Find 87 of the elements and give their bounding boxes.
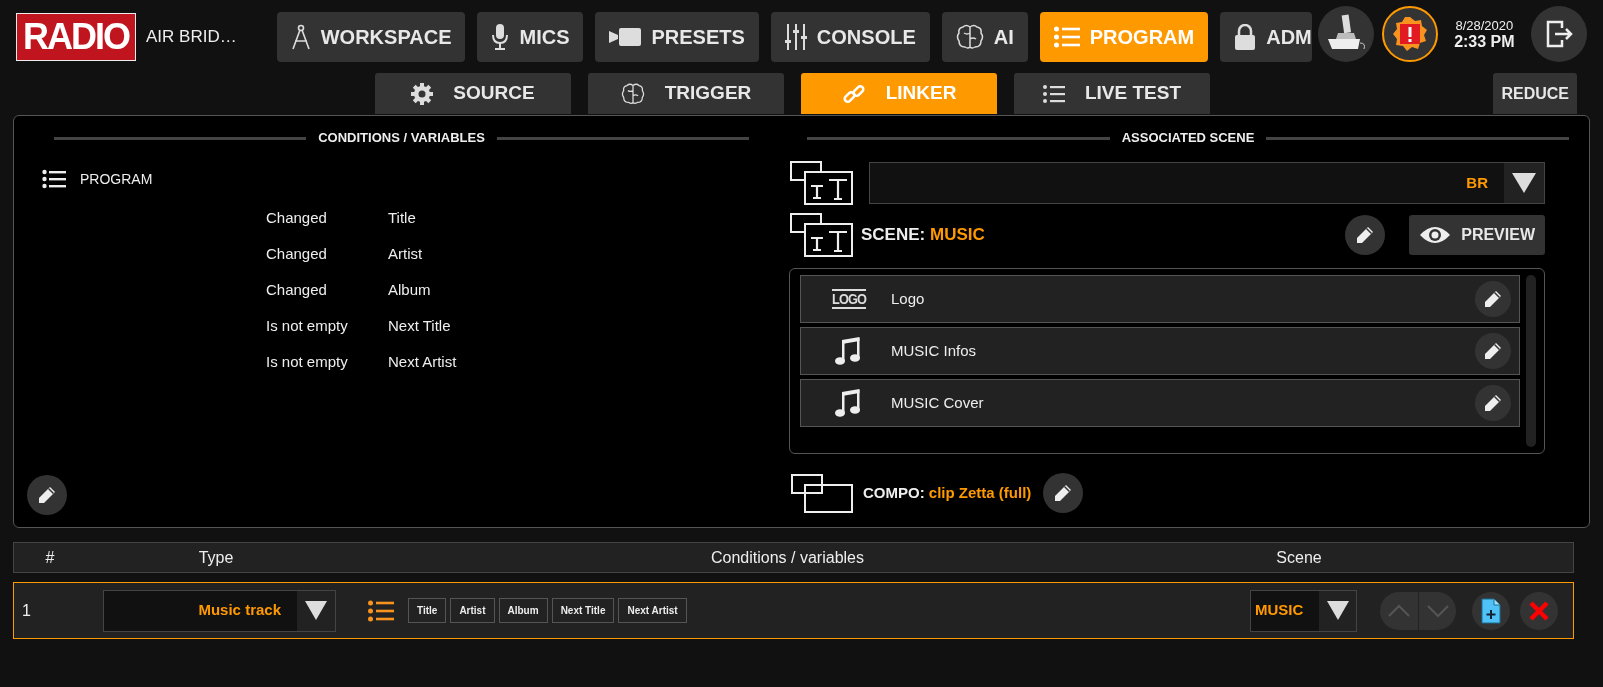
edit-button[interactable] — [1475, 385, 1511, 421]
station-name: AIR BRID… — [146, 26, 238, 49]
variable-tag: Title — [408, 598, 447, 623]
variable-text: Next Artist — [388, 351, 457, 372]
section-title: ASSOCIATED SCENE — [1121, 129, 1255, 148]
edit-button[interactable] — [27, 475, 67, 515]
variable-text: Artist — [388, 243, 423, 264]
tab[interactable]: SOURCE — [375, 73, 571, 114]
source-label: PROGRAM — [80, 169, 153, 189]
layer-item[interactable]: MUSIC Cover — [800, 379, 1520, 427]
column-header: # — [44, 547, 56, 568]
list-icon — [1042, 84, 1065, 103]
lock-icon — [1234, 24, 1257, 50]
add-document-button[interactable] — [1472, 591, 1510, 630]
date-text: 8/28/2020 — [1454, 17, 1515, 33]
chevron-up-icon — [1387, 603, 1411, 618]
chevron-down-icon — [1425, 603, 1450, 618]
edit-button[interactable] — [1345, 215, 1386, 255]
composition-icon — [789, 472, 855, 514]
variable-text: Next Title — [388, 315, 451, 336]
variable-text: Title — [388, 207, 416, 228]
column-header: Scene — [1275, 547, 1323, 568]
preview-button[interactable]: PREVIEW — [1409, 215, 1545, 255]
composition-name: COMPO: clip Zetta (full) — [863, 482, 1032, 503]
scene-name: SCENE: MUSIC — [861, 224, 985, 247]
nav-button[interactable]: AI — [941, 12, 1028, 62]
nav-button[interactable]: WORKSPACE — [276, 12, 466, 62]
tab[interactable]: LIVE TEST — [1014, 73, 1210, 114]
row-number: 1 — [21, 600, 32, 621]
pencil-icon — [37, 485, 57, 505]
layer-name: MUSIC Infos — [891, 340, 978, 361]
condition-text: Changed — [266, 207, 328, 228]
compass-icon — [290, 24, 311, 50]
reduce-button[interactable]: REDUCE — [1493, 73, 1577, 114]
scrollbar[interactable] — [1526, 275, 1536, 447]
layer-name: Logo — [891, 288, 926, 309]
sliders-icon — [784, 24, 807, 50]
scene-icon — [789, 212, 855, 258]
column-header: Conditions / variables — [710, 547, 865, 568]
logout-icon[interactable] — [1531, 6, 1587, 62]
nav-button[interactable]: MICS — [477, 12, 584, 62]
pencil-icon — [1483, 289, 1503, 309]
tab[interactable]: TRIGGER — [588, 73, 784, 114]
eye-icon — [1419, 225, 1452, 245]
microphone-icon — [491, 23, 510, 51]
table-row[interactable]: 1 Music track Title Artist Album Next Title Next Artist MUSIC — [13, 582, 1574, 639]
scene-dropdown[interactable]: MUSIC — [1250, 589, 1357, 632]
variable-text: Album — [388, 279, 431, 300]
section-title: CONDITIONS / VARIABLES — [318, 129, 485, 148]
pencil-icon — [1053, 483, 1074, 503]
layer-item[interactable]: LOGO Logo — [800, 275, 1520, 323]
pencil-icon — [1355, 225, 1376, 245]
nav-button[interactable]: PRESETS — [595, 12, 759, 62]
list-icon[interactable] — [368, 599, 394, 622]
edit-button[interactable] — [1043, 473, 1084, 513]
column-header: Type — [197, 547, 235, 568]
nav-button[interactable]: ADM — [1220, 12, 1312, 62]
layer-item[interactable]: MUSIC Infos — [800, 327, 1520, 375]
scene-icon — [789, 160, 855, 206]
caret-down-icon — [305, 600, 327, 621]
nav-button[interactable]: CONSOLE — [770, 12, 930, 62]
condition-text: Is not empty — [266, 351, 349, 372]
condition-text: Changed — [266, 243, 328, 264]
pencil-icon — [1483, 341, 1503, 361]
list-icon — [1053, 26, 1080, 48]
edit-button[interactable] — [1475, 281, 1511, 317]
layer-name: MUSIC Cover — [891, 392, 985, 413]
edit-button[interactable] — [1475, 333, 1511, 369]
document-plus-icon — [1481, 597, 1501, 624]
brain-icon — [955, 24, 984, 50]
scene-dropdown[interactable]: BR — [869, 162, 1545, 204]
condition-text: Is not empty — [266, 315, 349, 336]
condition-text: Changed — [266, 279, 328, 300]
delete-button[interactable] — [1520, 591, 1558, 630]
variable-tag: Artist — [450, 598, 495, 623]
pencil-icon — [1483, 393, 1503, 413]
type-dropdown[interactable]: Music track — [103, 589, 336, 632]
list-icon — [42, 169, 66, 189]
close-icon — [1528, 599, 1550, 622]
variable-tag: Album — [498, 598, 548, 623]
variable-tag: Next Title — [551, 598, 615, 623]
radio-logo: RADIO — [16, 13, 136, 61]
brain-icon — [620, 82, 645, 105]
variable-tag: Next Artist — [618, 598, 687, 623]
camera-icon — [609, 27, 642, 47]
caret-down-icon — [1326, 600, 1349, 621]
time-text: 2:33 PM — [1453, 32, 1516, 51]
